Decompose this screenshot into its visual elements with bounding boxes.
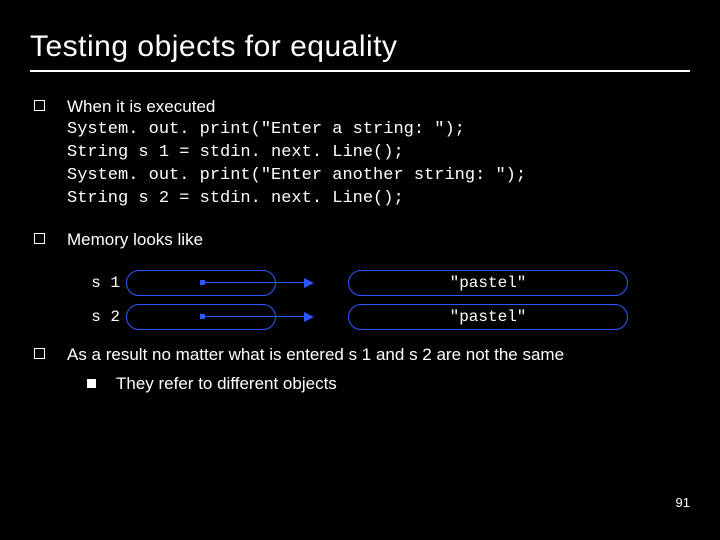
bullet-item-1: When it is executed System. out. print("… [30, 96, 690, 211]
code-line-3: System. out. print("Enter another string… [67, 165, 690, 188]
code-line-1: System. out. print("Enter a string: "); [67, 119, 690, 142]
memory-diagram: s 1 "pastel" s 2 "pastel" [90, 270, 690, 330]
slide: Testing objects for equality When it is … [0, 0, 720, 540]
hollow-square-icon [34, 348, 45, 359]
bullet-content: Memory looks like [67, 229, 690, 252]
hollow-square-icon [34, 100, 45, 111]
bullet-intro: When it is executed [67, 96, 690, 119]
code-line-4: String s 2 = stdin. next. Line(); [67, 188, 690, 211]
diagram-row-1: s 1 "pastel" [90, 270, 690, 296]
object-box: "pastel" [348, 270, 628, 296]
sub-bullet-text: They refer to different objects [116, 373, 337, 396]
sub-bullet-item: They refer to different objects [67, 373, 690, 396]
bullet-text: As a result no matter what is entered s … [67, 344, 690, 367]
bullet-content: As a result no matter what is entered s … [67, 344, 690, 396]
diagram-row-2: s 2 "pastel" [90, 304, 690, 330]
hollow-square-icon [34, 233, 45, 244]
var-label: s 2 [90, 308, 120, 326]
object-box: "pastel" [348, 304, 628, 330]
var-label: s 1 [90, 274, 120, 292]
page-title: Testing objects for equality [30, 30, 690, 72]
page-number: 91 [676, 495, 690, 510]
bullet-item-3: As a result no matter what is entered s … [30, 344, 690, 396]
code-line-2: String s 1 = stdin. next. Line(); [67, 142, 690, 165]
bullet-content: When it is executed System. out. print("… [67, 96, 690, 211]
filled-square-icon [87, 379, 96, 388]
bullet-item-2: Memory looks like [30, 229, 690, 252]
